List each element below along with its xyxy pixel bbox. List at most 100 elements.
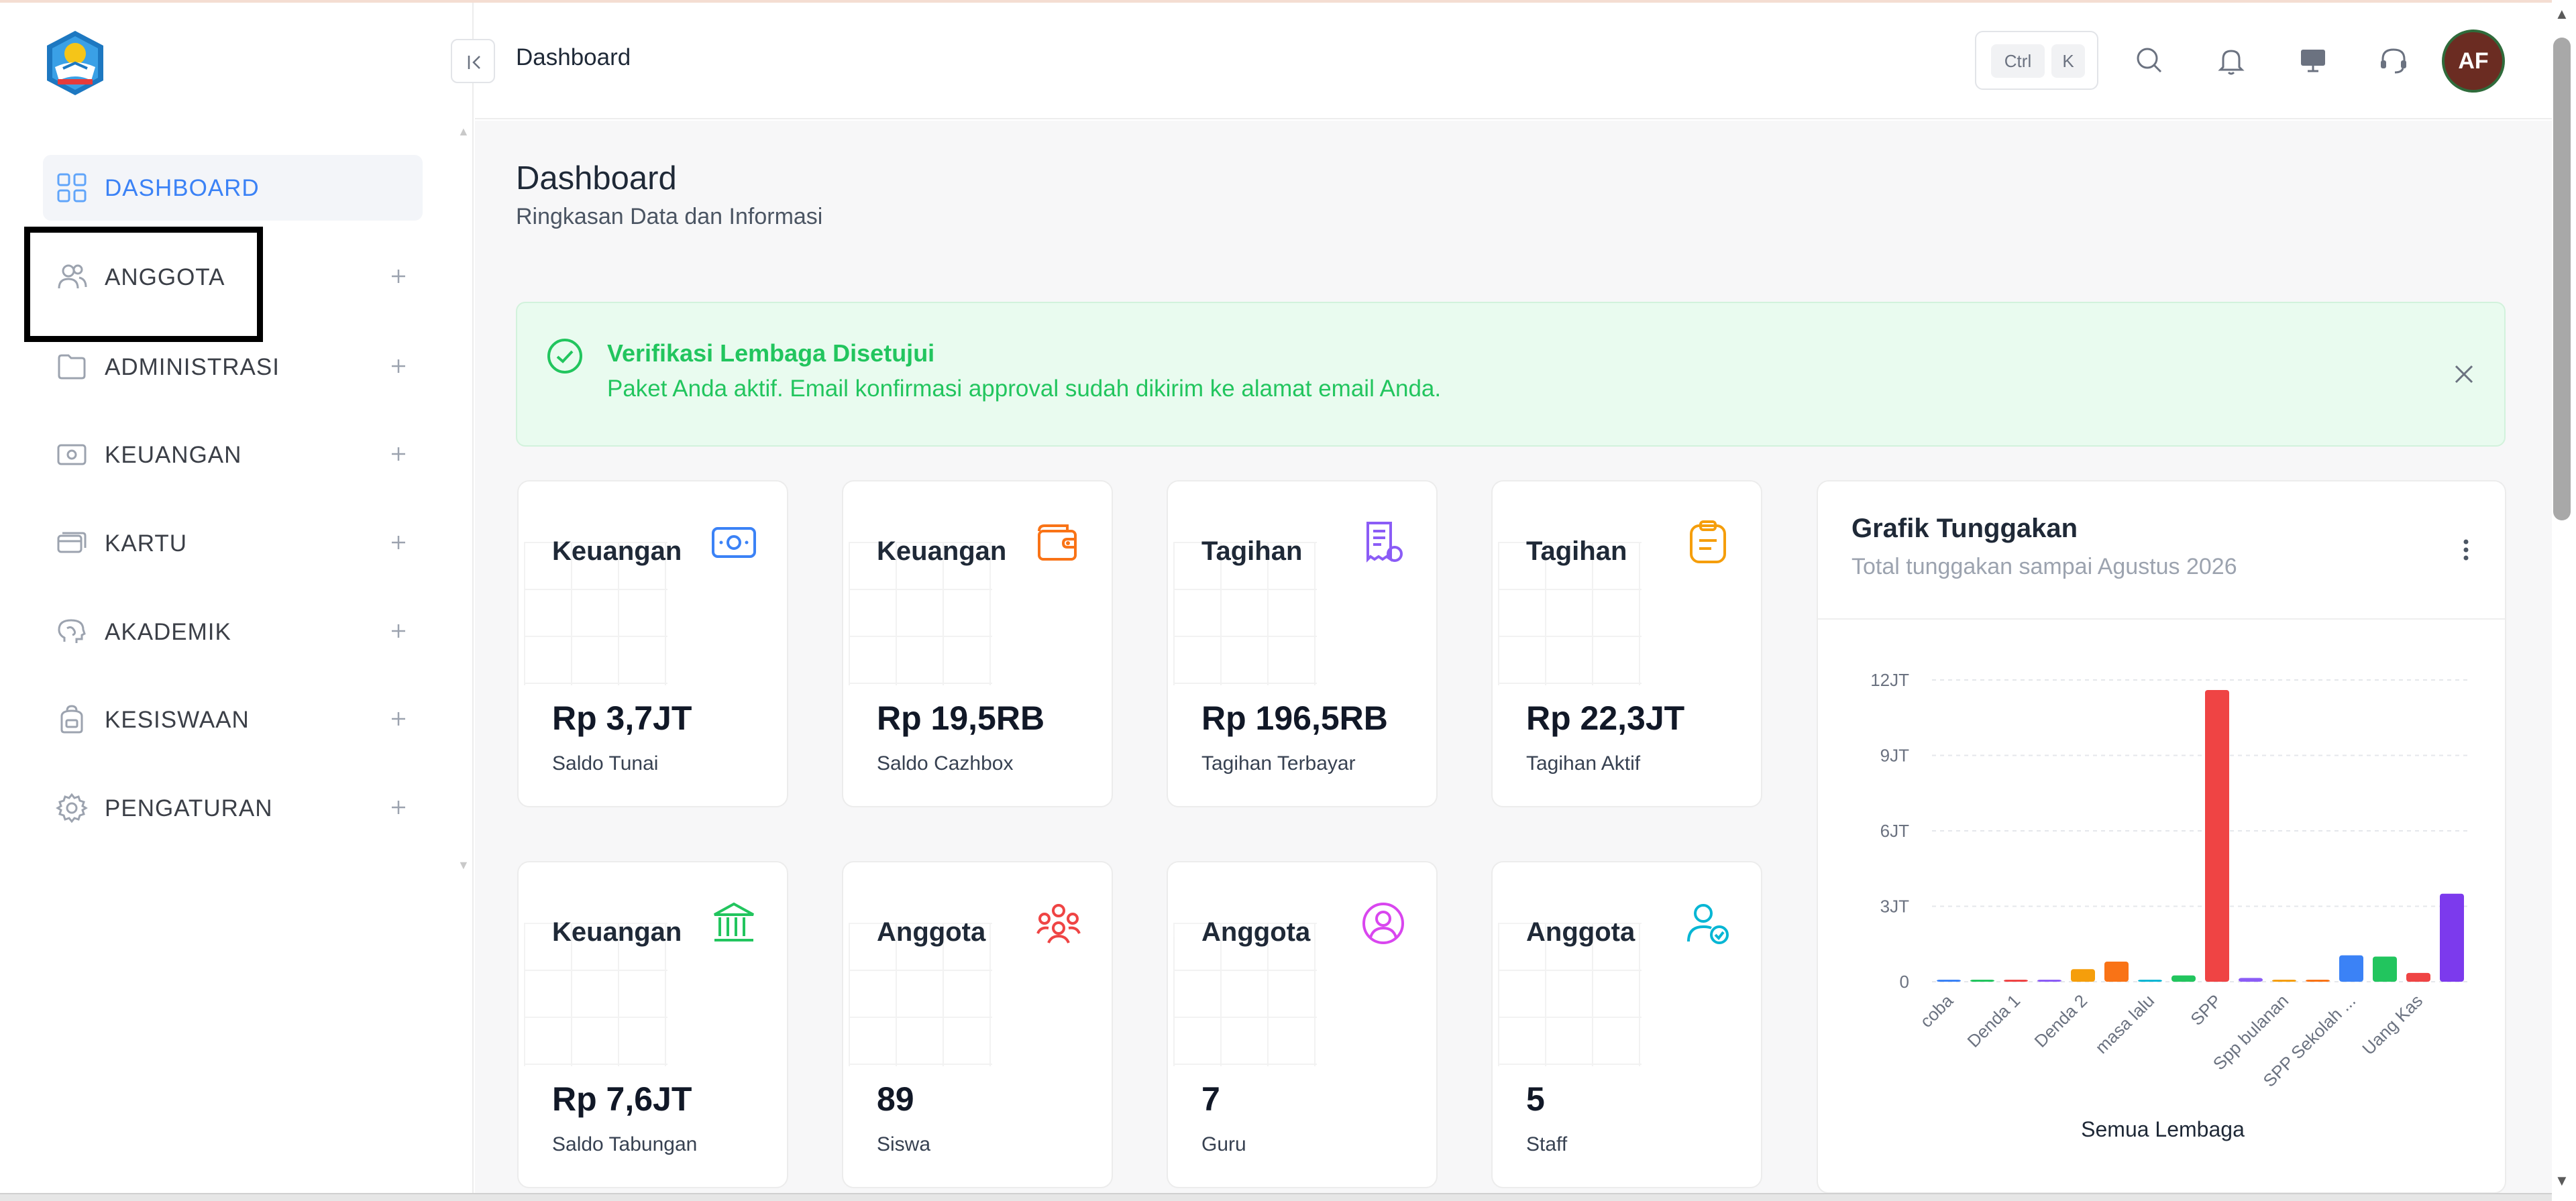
- chart-bar: [1970, 980, 1994, 982]
- x-tick-label: SPP: [2186, 990, 2225, 1029]
- bank-icon: [714, 902, 754, 941]
- window-scrollbar-thumb[interactable]: [2553, 38, 2571, 520]
- y-tick-label: 3JT: [1880, 897, 1909, 917]
- stat-card-saldo-cazhbox[interactable]: Keuangan Rp 19,5RB Saldo Cazhbox: [842, 480, 1113, 807]
- chart-bar: [2373, 956, 2397, 982]
- expand-plus-icon[interactable]: [384, 351, 413, 381]
- chart-bar: [2205, 690, 2229, 982]
- chart-bar: [2104, 962, 2129, 982]
- x-tick-label: Denda 2: [2031, 990, 2092, 1051]
- stat-card-siswa[interactable]: Anggota 89 Siswa: [842, 861, 1113, 1188]
- ctrl-key: Ctrl: [1991, 44, 2045, 78]
- focus-highlight-box: [24, 227, 263, 342]
- sidebar-item-label: PENGATURAN: [105, 795, 273, 821]
- chart-bar: [2171, 975, 2196, 982]
- sidebar-item-kesiswaan[interactable]: KESISWAAN: [43, 687, 423, 752]
- sidebar-item-administrasi[interactable]: ADMINISTRASI: [43, 334, 423, 400]
- card-value: Rp 19,5RB: [877, 699, 1045, 737]
- card-value: 89: [877, 1080, 914, 1118]
- chart-bar: [2306, 980, 2330, 982]
- collapse-sidebar-button[interactable]: [451, 39, 495, 83]
- more-vertical-icon[interactable]: [2453, 536, 2479, 563]
- stat-card-saldo-tunai[interactable]: Keuangan Rp 3,7JT Saldo Tunai: [517, 480, 788, 807]
- search-icon[interactable]: [2131, 42, 2168, 79]
- card-value: Rp 22,3JT: [1526, 699, 1685, 737]
- sidebar-scroll-down[interactable]: ▼: [458, 858, 470, 872]
- window-scroll-down[interactable]: ▼: [2555, 1172, 2569, 1190]
- close-icon[interactable]: [2449, 359, 2479, 389]
- card-title: Keuangan: [552, 917, 682, 947]
- expand-plus-icon[interactable]: [384, 616, 413, 646]
- chart-bar: [2272, 980, 2296, 982]
- stat-card-saldo-tabungan[interactable]: Keuangan Rp 7,6JT Saldo Tabungan: [517, 861, 788, 1188]
- alert-title: Verifikasi Lembaga Disetujui: [607, 339, 935, 367]
- command-palette-shortcut[interactable]: Ctrl K: [1975, 31, 2098, 90]
- expand-plus-icon[interactable]: [384, 439, 413, 469]
- y-tick-label: 9JT: [1880, 746, 1909, 766]
- k-key: K: [2051, 44, 2085, 78]
- chart-title: Grafik Tunggakan: [1851, 514, 2078, 543]
- gear-icon: [56, 793, 88, 823]
- stat-card-tagihan-aktif[interactable]: Tagihan Rp 22,3JT Tagihan Aktif: [1491, 480, 1762, 807]
- sidebar-scroll-up[interactable]: ▲: [458, 125, 470, 139]
- stat-card-staff[interactable]: Anggota 5 Staff: [1491, 861, 1762, 1188]
- chart-bar: [2071, 969, 2095, 982]
- chart-bar: [2339, 955, 2363, 982]
- user-check-icon: [1687, 904, 1729, 944]
- sidebar-item-akademik[interactable]: AKADEMIK: [43, 599, 423, 665]
- expand-plus-icon[interactable]: [384, 528, 413, 557]
- expand-plus-icon[interactable]: [384, 704, 413, 734]
- bell-icon[interactable]: [2212, 42, 2250, 79]
- card-icon: [57, 532, 87, 553]
- expand-plus-icon[interactable]: [384, 793, 413, 822]
- headset-icon[interactable]: [2375, 42, 2412, 79]
- card-value: 7: [1201, 1080, 1220, 1118]
- card-title: Anggota: [1526, 917, 1635, 947]
- chart-bar: [2406, 972, 2430, 982]
- card-label: Saldo Tabungan: [552, 1133, 698, 1155]
- monitor-icon[interactable]: [2294, 42, 2332, 79]
- card-label: Tagihan Aktif: [1526, 752, 1641, 775]
- card-title: Tagihan: [1526, 536, 1627, 566]
- card-value: Rp 196,5RB: [1201, 699, 1388, 737]
- cash-icon: [712, 527, 756, 558]
- chart-bar: [2037, 980, 2061, 982]
- user-avatar[interactable]: AF: [2442, 30, 2505, 93]
- card-value: 5: [1526, 1080, 1545, 1118]
- page-subtitle: Ringkasan Data dan Informasi: [516, 204, 823, 229]
- y-tick-label: 6JT: [1880, 821, 1909, 841]
- brain-icon: [58, 619, 86, 643]
- card-value: Rp 7,6JT: [552, 1080, 692, 1118]
- arrears-bar-chart: 0 3JT 6JT 9JT 12JT coba Denda 1 Denda 2 masa lal…: [1870, 670, 2469, 1091]
- sidebar-item-label: KARTU: [105, 530, 187, 557]
- stat-card-guru[interactable]: Anggota 7 Guru: [1167, 861, 1438, 1188]
- card-title: Anggota: [1201, 917, 1311, 947]
- x-tick-label: Denda 1: [1964, 990, 2025, 1051]
- clipboard-icon: [1690, 520, 1726, 563]
- card-label: Siswa: [877, 1133, 931, 1155]
- folder-icon: [58, 354, 86, 380]
- chart-bar: [1937, 980, 1961, 982]
- stat-card-tagihan-terbayar[interactable]: Tagihan Rp 196,5RB Tagihan Terbayar: [1167, 480, 1438, 807]
- chart-bar: [2138, 980, 2162, 982]
- horizontal-scrollbar[interactable]: [0, 1193, 2552, 1201]
- card-title: Tagihan: [1201, 536, 1303, 566]
- window-scroll-up[interactable]: ▲: [2555, 5, 2569, 23]
- chart-bar: [2440, 893, 2464, 982]
- card-label: Tagihan Terbayar: [1201, 752, 1356, 775]
- sidebar-item-pengaturan[interactable]: PENGATURAN: [43, 775, 423, 841]
- tut-wuri-handayani-logo[interactable]: [40, 28, 110, 98]
- sidebar-item-dashboard[interactable]: DASHBOARD: [43, 155, 423, 221]
- user-circle-icon: [1362, 903, 1404, 944]
- card-label: Saldo Cazhbox: [877, 752, 1014, 775]
- y-tick-label: 0: [1900, 972, 1909, 992]
- sidebar-item-label: DASHBOARD: [105, 175, 260, 201]
- receipt-icon: [1366, 522, 1403, 563]
- backpack-icon: [60, 705, 83, 734]
- chart-bar: [2239, 978, 2263, 982]
- sidebar-item-kartu[interactable]: KARTU: [43, 510, 423, 576]
- expand-plus-icon[interactable]: [384, 262, 413, 291]
- sidebar-item-keuangan[interactable]: KEUANGAN: [43, 422, 423, 488]
- verification-alert: Verifikasi Lembaga Disetujui Paket Anda …: [516, 302, 2506, 447]
- sidebar: ▲ DASHBOARD ANGGOTA ADMINISTRASI KEUANGA…: [0, 3, 474, 1193]
